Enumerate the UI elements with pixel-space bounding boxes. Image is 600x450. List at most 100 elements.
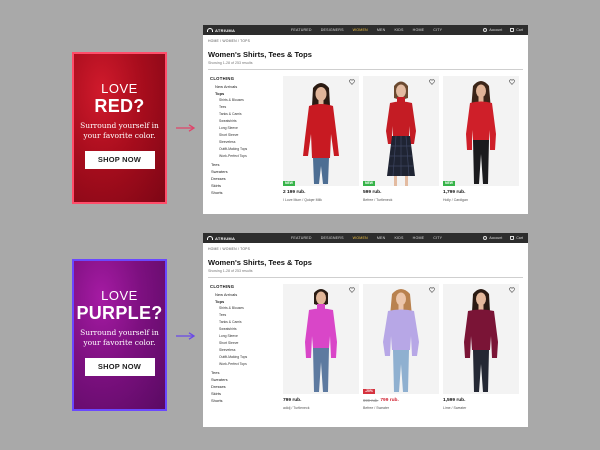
sidebar-subitem[interactable]: Long Sleeve xyxy=(210,333,280,340)
sidebar-subitem[interactable]: Long Sleeve xyxy=(210,125,280,132)
shop-now-button[interactable]: SHOP NOW xyxy=(84,358,155,376)
product-card[interactable]: NEW 599 rub. Befree / Turtleneck xyxy=(363,75,439,202)
product-card[interactable]: NEW 1,799 rub. Holly / Cardigan xyxy=(443,75,519,202)
nav-women[interactable]: WOMEN xyxy=(353,236,368,240)
product-image[interactable] xyxy=(283,75,359,186)
nav-city[interactable]: CITY xyxy=(433,28,442,32)
breadcrumb[interactable]: HOME / WOMEN / TOPS xyxy=(203,35,528,43)
product-image[interactable] xyxy=(443,283,519,394)
sidebar-item-tops[interactable]: Tops xyxy=(210,90,280,97)
new-badge: NEW xyxy=(283,180,295,186)
product-image[interactable] xyxy=(443,75,519,186)
sidebar-item-sweaters[interactable]: Sweaters xyxy=(210,168,280,175)
page-title: Women's Shirts, Tees & Tops xyxy=(208,258,312,267)
sidebar-item-shorts[interactable]: Shorts xyxy=(210,397,280,404)
account-icon xyxy=(483,236,488,240)
product-card[interactable]: -20% 999 rub. 799 rub. Befree / Sweater xyxy=(363,283,439,410)
nav-men[interactable]: MEN xyxy=(377,28,386,32)
product-brand[interactable]: Befree / Sweater xyxy=(363,406,439,410)
sidebar-subitem[interactable]: Tanks & Camis xyxy=(210,319,280,326)
sidebar-item-tees[interactable]: Tees xyxy=(210,161,280,168)
divider xyxy=(208,69,523,70)
product-grid: 799 rub. adidj / Turtleneck -20% 999 rub… xyxy=(283,283,519,410)
banner-love-purple[interactable]: LOVE PURPLE? Surround yourself in your f… xyxy=(72,259,167,411)
product-brand[interactable]: Holly / Cardigan xyxy=(443,198,519,202)
sidebar-item-tees[interactable]: Tees xyxy=(210,369,280,376)
sidebar-subitem[interactable]: Short Sleeve xyxy=(210,132,280,139)
sidebar-subitem[interactable]: Sleeveless xyxy=(210,139,280,146)
sidebar-subitem[interactable]: Short Sleeve xyxy=(210,340,280,347)
product-brand[interactable]: adidj / Turtleneck xyxy=(283,406,359,410)
nav-city[interactable]: CITY xyxy=(433,236,442,240)
banner-love-label: LOVE xyxy=(101,288,138,303)
site-logo[interactable]: ATRIUMA xyxy=(207,236,235,241)
top-nav: ATRIUMA FEATURED DESIGNERS WOMEN MEN KID… xyxy=(203,25,528,35)
product-image[interactable] xyxy=(283,283,359,394)
sidebar-subitem[interactable]: Outfit-Making Tops xyxy=(210,354,280,361)
nav-home[interactable]: HOME xyxy=(413,28,425,32)
sidebar-subitem[interactable]: Sweatshirts xyxy=(210,118,280,125)
sidebar-item-new-arrivals[interactable]: New Arrivals xyxy=(210,291,280,298)
heart-icon[interactable] xyxy=(429,287,435,293)
sidebar-item-tops[interactable]: Tops xyxy=(210,298,280,305)
banner-subtext: Surround yourself in your favorite color… xyxy=(80,121,159,140)
product-listing-page-purple: ATRIUMA FEATURED DESIGNERS WOMEN MEN KID… xyxy=(203,233,528,427)
arrow-right-icon xyxy=(176,124,196,132)
sidebar-subitem[interactable]: Shirts & Blouses xyxy=(210,97,280,104)
nav-women[interactable]: WOMEN xyxy=(353,28,368,32)
sidebar-item-sweaters[interactable]: Sweaters xyxy=(210,376,280,383)
sidebar-item-skirts[interactable]: Skirts xyxy=(210,390,280,397)
heart-icon[interactable] xyxy=(509,79,515,85)
heart-icon[interactable] xyxy=(349,79,355,85)
nav-featured[interactable]: FEATURED xyxy=(291,236,312,240)
nav-designers[interactable]: DESIGNERS xyxy=(321,236,344,240)
product-price: 2 199 rub. xyxy=(283,189,306,195)
nav-kids[interactable]: KIDS xyxy=(394,236,403,240)
site-logo[interactable]: ATRIUMA xyxy=(207,28,235,33)
sidebar-subitem[interactable]: Tees xyxy=(210,104,280,111)
sidebar-item-dresses[interactable]: Dresses xyxy=(210,383,280,390)
product-brand[interactable]: Befree / Turtleneck xyxy=(363,198,439,202)
sidebar-subitem[interactable]: Sleeveless xyxy=(210,347,280,354)
banner-love-red[interactable]: LOVE RED? Surround yourself in your favo… xyxy=(72,52,167,204)
cart-icon xyxy=(510,236,515,240)
model-red-turtleneck-image xyxy=(363,75,439,186)
sidebar-subitem[interactable]: Outfit-Making Tops xyxy=(210,146,280,153)
sidebar-subitem[interactable]: Work-Perfect Tops xyxy=(210,153,280,160)
product-card[interactable]: 799 rub. adidj / Turtleneck xyxy=(283,283,359,410)
sidebar-subitem[interactable]: Tees xyxy=(210,312,280,319)
nav-home[interactable]: HOME xyxy=(413,236,425,240)
heart-icon[interactable] xyxy=(349,287,355,293)
product-image[interactable] xyxy=(363,283,439,394)
sidebar-heading: CLOTHING xyxy=(210,75,235,81)
product-brand[interactable]: Lime / Sweater xyxy=(443,406,519,410)
product-card[interactable]: 1,599 rub. Lime / Sweater xyxy=(443,283,519,410)
product-grid: NEW 2 199 rub. I Love Mum / Quiqer Milk xyxy=(283,75,519,202)
breadcrumb[interactable]: HOME / WOMEN / TOPS xyxy=(203,243,528,251)
sidebar-item-skirts[interactable]: Skirts xyxy=(210,182,280,189)
shop-now-button[interactable]: SHOP NOW xyxy=(84,151,155,169)
product-listing-page-red: ATRIUMA FEATURED DESIGNERS WOMEN MEN KID… xyxy=(203,25,528,214)
sidebar-subitem[interactable]: Sweatshirts xyxy=(210,326,280,333)
nav-kids[interactable]: KIDS xyxy=(394,28,403,32)
product-brand[interactable]: I Love Mum / Quiqer Milk xyxy=(283,198,359,202)
heart-icon[interactable] xyxy=(509,287,515,293)
product-card[interactable]: NEW 2 199 rub. I Love Mum / Quiqer Milk xyxy=(283,75,359,202)
nav-featured[interactable]: FEATURED xyxy=(291,28,312,32)
account-icon xyxy=(483,28,488,32)
banner-subtext: Surround yourself in your favorite color… xyxy=(80,328,159,347)
sidebar-item-shorts[interactable]: Shorts xyxy=(210,189,280,196)
sidebar-subitem[interactable]: Shirts & Blouses xyxy=(210,305,280,312)
sidebar-subitem[interactable]: Tanks & Camis xyxy=(210,111,280,118)
sidebar-item-new-arrivals[interactable]: New Arrivals xyxy=(210,83,280,90)
account-link[interactable]: Account xyxy=(483,28,502,32)
sidebar-item-dresses[interactable]: Dresses xyxy=(210,175,280,182)
product-image[interactable] xyxy=(363,75,439,186)
nav-designers[interactable]: DESIGNERS xyxy=(321,28,344,32)
cart-link[interactable]: Cart xyxy=(510,236,523,240)
nav-men[interactable]: MEN xyxy=(377,236,386,240)
account-link[interactable]: Account xyxy=(483,236,502,240)
heart-icon[interactable] xyxy=(429,79,435,85)
sidebar-subitem[interactable]: Work-Perfect Tops xyxy=(210,361,280,368)
cart-link[interactable]: Cart xyxy=(510,28,523,32)
